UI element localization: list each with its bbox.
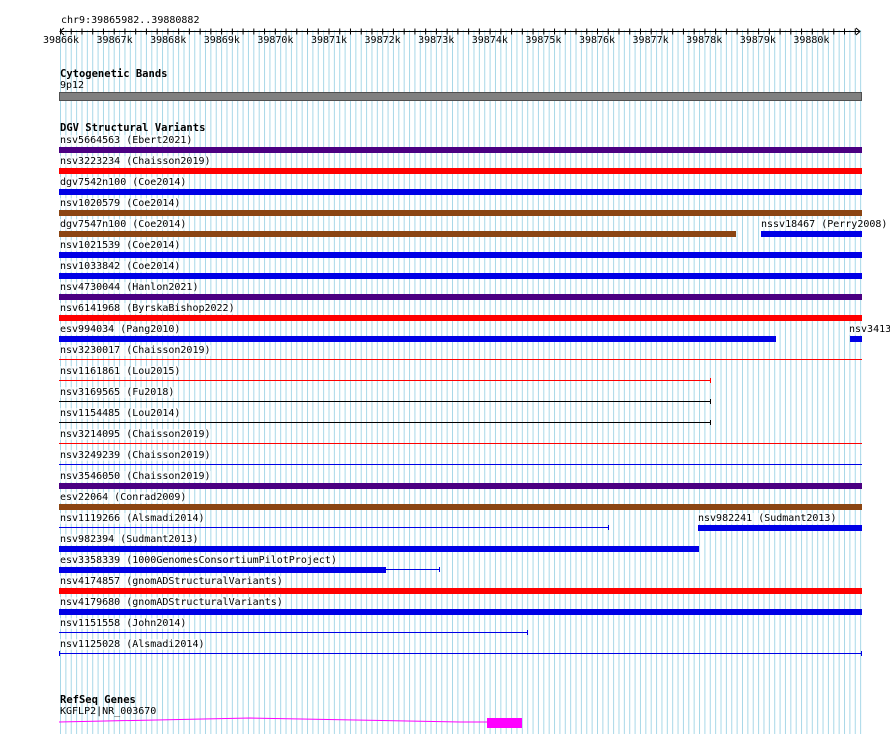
ruler-tick-label: 39880k (793, 35, 830, 46)
dgv-feature-label[interactable]: nsv1125028 (Alsmadi2014) (60, 639, 205, 650)
dgv-feature-label[interactable]: nsv1161861 (Lou2015) (60, 366, 181, 377)
dgv-feature-bar[interactable] (59, 588, 862, 594)
ruler-tick-label: 39874k (471, 35, 508, 46)
genome-browser-view: chr9:39865982..39880882 39866k 39867k 3986… (0, 0, 890, 734)
ruler-tick-label: 39873k (418, 35, 455, 46)
dgv-feature-label[interactable]: dgv7542n100 (Coe2014) (60, 177, 187, 188)
dgv-feature-endcap (608, 525, 609, 530)
dgv-feature-label[interactable]: esv3358339 (1000GenomesConsortiumPilotPr… (60, 555, 337, 566)
dgv-feature-endcap (861, 651, 862, 656)
cytoband-9p12[interactable] (59, 92, 862, 101)
dgv-feature-endcap (439, 567, 440, 572)
dgv-feature-endcap (527, 630, 528, 635)
gene-exon (487, 718, 522, 728)
location-label: chr9:39865982..39880882 (61, 15, 200, 26)
dgv-feature-label[interactable]: nsv1154485 (Lou2014) (60, 408, 181, 419)
dgv-feature-bar[interactable] (59, 273, 862, 279)
dgv-feature-extension[interactable] (386, 569, 439, 570)
dgv-feature-label[interactable]: nsv3546050 (Chaisson2019) (60, 471, 211, 482)
gene-intron-line (58, 717, 487, 723)
dgv-feature-bar[interactable] (59, 210, 862, 216)
dgv-feature-label[interactable]: nssv18467 (Perry2008) (761, 219, 888, 230)
cytoband-label: 9p12 (60, 80, 85, 91)
dgv-feature-line[interactable] (59, 653, 862, 654)
dgv-feature-bar[interactable] (761, 231, 862, 237)
dgv-feature-bar[interactable] (59, 567, 386, 573)
dgv-feature-endcap (710, 399, 711, 404)
dgv-feature-label[interactable]: esv22064 (Conrad2009) (60, 492, 187, 503)
dgv-feature-line[interactable] (59, 401, 711, 402)
dgv-feature-label[interactable]: nsv4730044 (Hanlon2021) (60, 282, 199, 293)
ruler-tick-label: 39871k (310, 35, 348, 46)
dgv-feature-startcap (59, 651, 60, 656)
dgv-feature-line[interactable] (59, 464, 862, 465)
dgv-feature-label[interactable]: nsv3230017 (Chaisson2019) (60, 345, 211, 356)
dgv-feature-label[interactable]: esv994034 (Pang2010) (60, 324, 181, 335)
ruler-tick-label: 39877k (632, 35, 669, 46)
cytogenetic-bands-title: Cytogenetic Bands (60, 68, 168, 80)
dgv-feature-label[interactable]: nsv4174857 (gnomADStructuralVariants) (60, 576, 283, 587)
dgv-feature-label[interactable]: nsv3223234 (Chaisson2019) (60, 156, 211, 167)
dgv-feature-line[interactable] (59, 422, 711, 423)
dgv-feature-label[interactable]: nsv4179680 (gnomADStructuralVariants) (60, 597, 283, 608)
ruler-tick-label: 39872k (364, 35, 401, 46)
dgv-feature-endcap (710, 378, 711, 383)
dgv-feature-bar[interactable] (59, 315, 862, 321)
dgv-feature-label[interactable]: nsv6141968 (ByrskaBishop2022) (60, 303, 235, 314)
dgv-feature-line[interactable] (59, 443, 862, 444)
dgv-feature-bar[interactable] (59, 609, 862, 615)
dgv-feature-label[interactable]: nsv3413 (849, 324, 890, 335)
dgv-feature-bar[interactable] (59, 189, 862, 195)
ruler-tick-label: 39875k (525, 35, 562, 46)
dgv-feature-bar[interactable] (59, 168, 862, 174)
dgv-feature-bar[interactable] (59, 546, 699, 552)
dgv-feature-label[interactable]: nsv982394 (Sudmant2013) (60, 534, 199, 545)
ruler-tick-label: 39876k (578, 35, 616, 46)
dgv-feature-bar[interactable] (59, 294, 862, 300)
dgv-feature-bar[interactable] (59, 252, 862, 258)
dgv-feature-bar[interactable] (59, 336, 776, 342)
dgv-feature-label[interactable]: nsv1033842 (Coe2014) (60, 261, 181, 272)
dgv-feature-label[interactable]: nsv3214095 (Chaisson2019) (60, 429, 211, 440)
ruler-tick-label: 39878k (686, 35, 723, 46)
dgv-track-title: DGV Structural Variants (60, 122, 206, 134)
ruler-tick-label: 39868k (150, 35, 187, 46)
dgv-feature-line[interactable] (59, 527, 609, 528)
dgv-feature-line[interactable] (59, 359, 862, 360)
refseq-gene-model[interactable] (0, 716, 890, 730)
ruler-tick-label: 39867k (96, 35, 133, 46)
dgv-feature-bar[interactable] (59, 483, 862, 489)
dgv-feature-label[interactable]: nsv982241 (Sudmant2013) (698, 513, 837, 524)
dgv-feature-bar[interactable] (59, 504, 862, 510)
dgv-feature-bar[interactable] (698, 525, 862, 531)
dgv-feature-line[interactable] (59, 632, 528, 633)
dgv-feature-line[interactable] (59, 380, 711, 381)
dgv-feature-label[interactable]: nsv1119266 (Alsmadi2014) (60, 513, 205, 524)
ruler-tick-label: 39870k (257, 35, 294, 46)
dgv-feature-bar[interactable] (59, 147, 862, 153)
dgv-feature-label[interactable]: nsv3169565 (Fu2018) (60, 387, 175, 398)
dgv-feature-bar[interactable] (59, 231, 736, 237)
ruler-tick-label: 39869k (203, 35, 240, 46)
dgv-feature-label[interactable]: nsv3249239 (Chaisson2019) (60, 450, 211, 461)
dgv-feature-label[interactable]: nsv1020579 (Coe2014) (60, 198, 181, 209)
dgv-feature-label[interactable]: nsv1021539 (Coe2014) (60, 240, 181, 251)
dgv-feature-label[interactable]: dgv7547n100 (Coe2014) (60, 219, 187, 230)
dgv-feature-label[interactable]: nsv5664563 (Ebert2021) (60, 135, 193, 146)
dgv-feature-bar[interactable] (850, 336, 862, 342)
dgv-feature-label[interactable]: nsv1151558 (John2014) (60, 618, 187, 629)
ruler-tick-label: 39879k (739, 35, 776, 46)
dgv-feature-endcap (710, 420, 711, 425)
ruler-tick-label: 39866k (42, 35, 80, 46)
refseq-track-title: RefSeq Genes (60, 694, 136, 706)
